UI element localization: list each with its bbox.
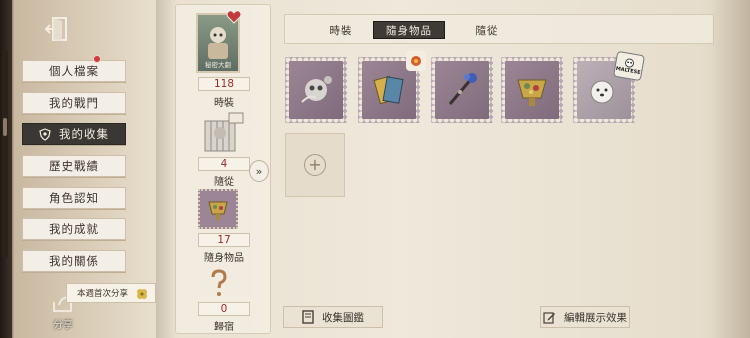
item-slot[interactable]: MALTESE bbox=[573, 50, 646, 123]
pet-cage-icon bbox=[204, 112, 244, 152]
menu-item-achievements[interactable]: 我的成就 bbox=[22, 218, 126, 240]
accessory-count: 17 bbox=[198, 233, 250, 247]
menu-item-collection[interactable]: 我的收集 bbox=[22, 123, 126, 145]
edit-pencil-icon bbox=[543, 311, 555, 324]
blue-staff-icon bbox=[448, 73, 477, 105]
exit-door-icon[interactable] bbox=[42, 12, 76, 46]
costume-label: 時裝 bbox=[214, 98, 234, 109]
tab-pets[interactable]: 隨從 bbox=[451, 21, 523, 39]
menu-item-label: 我的成就 bbox=[49, 222, 99, 236]
maltese-tag-text: MALTESE bbox=[615, 65, 641, 77]
tarot-cards-icon bbox=[373, 75, 404, 105]
menu-item-label: 我的收集 bbox=[59, 127, 109, 141]
home-count: 0 bbox=[198, 302, 250, 316]
menu-item-battles[interactable]: 我的戰門 bbox=[22, 92, 126, 114]
edge-indicator bbox=[3, 118, 7, 136]
home-label: 歸宿 bbox=[214, 322, 234, 333]
pet-thumbnail[interactable] bbox=[198, 111, 246, 155]
item-slot[interactable] bbox=[358, 51, 426, 123]
item-slot[interactable] bbox=[285, 57, 347, 123]
edge-bookmark bbox=[2, 50, 8, 258]
menu-item-relations[interactable]: 我的關係 bbox=[22, 250, 126, 272]
double-chevron-right-icon: » bbox=[255, 164, 263, 178]
catalog-label: 收集圖鑑 bbox=[322, 311, 364, 324]
expand-arrow-button[interactable]: » bbox=[249, 160, 269, 182]
share-label: 分享 bbox=[53, 320, 73, 331]
home-thumbnail[interactable] bbox=[204, 267, 234, 299]
menu-item-label: 個人檔案 bbox=[49, 64, 99, 78]
costume-count: 118 bbox=[198, 77, 250, 91]
menu-item-label: 我的戰門 bbox=[49, 96, 99, 110]
pet-count: 4 bbox=[198, 157, 250, 171]
tab-label: 隨從 bbox=[475, 24, 499, 37]
stamp-art bbox=[505, 61, 559, 119]
item-slot[interactable] bbox=[501, 57, 563, 123]
notification-badge bbox=[93, 55, 101, 63]
question-mark-icon bbox=[211, 269, 227, 296]
menu-item-label: 角色認知 bbox=[49, 191, 99, 205]
stamp-art bbox=[435, 61, 489, 119]
add-item-slot[interactable]: + bbox=[285, 133, 345, 197]
plus-icon: + bbox=[304, 154, 326, 176]
clover-icon bbox=[135, 287, 149, 304]
menu-item-history[interactable]: 歷史戰績 bbox=[22, 155, 126, 177]
page-edge-shadow bbox=[710, 0, 750, 338]
catalog-button[interactable]: 收集圖鑑 bbox=[283, 306, 383, 328]
accessory-thumbnail[interactable] bbox=[198, 189, 238, 229]
tab-costume[interactable]: 時裝 bbox=[305, 21, 377, 39]
menu-item-profile[interactable]: 個人檔案 bbox=[22, 60, 126, 82]
menu-item-label: 歷史戰績 bbox=[49, 159, 99, 173]
costume-card-label: 秘密大劇 bbox=[205, 61, 231, 69]
tab-label: 隨身物品 bbox=[386, 24, 432, 37]
menu-item-character[interactable]: 角色認知 bbox=[22, 187, 126, 209]
stamp-art bbox=[289, 61, 343, 119]
collection-screen: 個人檔案 我的戰門 我的收集 歷史戰績 角色認知 我的成就 我的關係 分享 本週… bbox=[0, 0, 750, 338]
tab-accessories[interactable]: 隨身物品 bbox=[373, 21, 445, 39]
panel-shadow bbox=[156, 0, 176, 338]
book-icon bbox=[302, 310, 314, 324]
menu-item-label: 我的關係 bbox=[49, 254, 99, 268]
shield-icon bbox=[39, 127, 51, 141]
edit-display-button[interactable]: 編輯展示效果 bbox=[540, 306, 630, 328]
share-tooltip: 本週首次分享 bbox=[66, 283, 156, 303]
accessory-label: 隨身物品 bbox=[204, 253, 244, 264]
flower-badge-icon bbox=[406, 51, 426, 71]
edit-display-label: 編輯展示效果 bbox=[564, 311, 627, 324]
gold-cup-icon bbox=[517, 79, 547, 106]
silver-skull-flower-icon bbox=[301, 76, 332, 103]
item-slot[interactable] bbox=[431, 57, 493, 123]
maltese-tag: MALTESE bbox=[612, 50, 646, 82]
character-portrait-icon bbox=[208, 27, 228, 59]
tab-label: 時裝 bbox=[329, 24, 353, 37]
share-tooltip-text: 本週首次分享 bbox=[77, 289, 129, 299]
category-tabs: 時裝 隨身物品 隨從 bbox=[284, 14, 714, 44]
heart-icon bbox=[226, 9, 242, 28]
gold-cup-icon bbox=[208, 201, 228, 220]
